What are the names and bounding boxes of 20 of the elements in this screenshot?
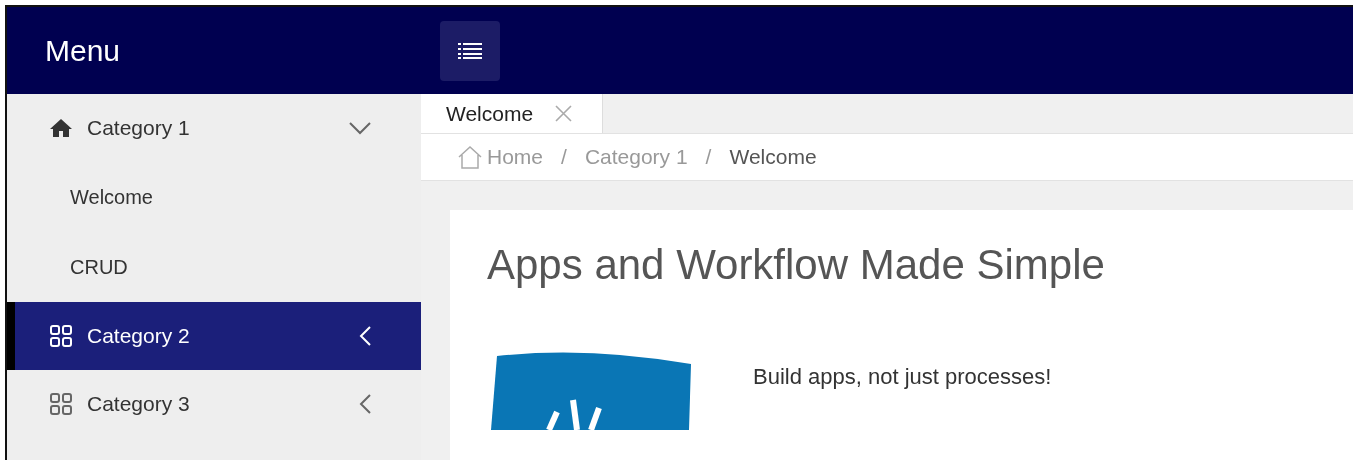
- sidebar-subitem[interactable]: CRUD: [7, 232, 421, 302]
- breadcrumb-separator: /: [705, 144, 712, 171]
- grid-icon: [49, 324, 73, 348]
- menu-toggle-button[interactable]: [440, 20, 500, 81]
- chevron-left-icon: [359, 326, 371, 346]
- sidebar-subitem[interactable]: Welcome: [7, 162, 421, 232]
- breadcrumb-separator: /: [561, 144, 567, 171]
- chevron-down-icon: [349, 121, 371, 135]
- home-icon: [49, 116, 73, 140]
- tagline: Build apps, not just processes!: [753, 363, 1052, 391]
- list-icon: [458, 41, 482, 60]
- page-heading: Apps and Workflow Made Simple: [487, 239, 1106, 290]
- sidebar-item[interactable]: Category 1: [7, 94, 421, 162]
- grid-icon: [49, 392, 73, 416]
- chevron-left-icon: [359, 394, 371, 414]
- sidebar-item[interactable]: Category 3: [7, 370, 421, 438]
- menu-title: Menu: [44, 33, 122, 69]
- tab[interactable]: Welcome: [421, 94, 604, 133]
- breadcrumb-current: Welcome: [729, 144, 817, 171]
- sidebar-item[interactable]: Category 2: [7, 302, 421, 370]
